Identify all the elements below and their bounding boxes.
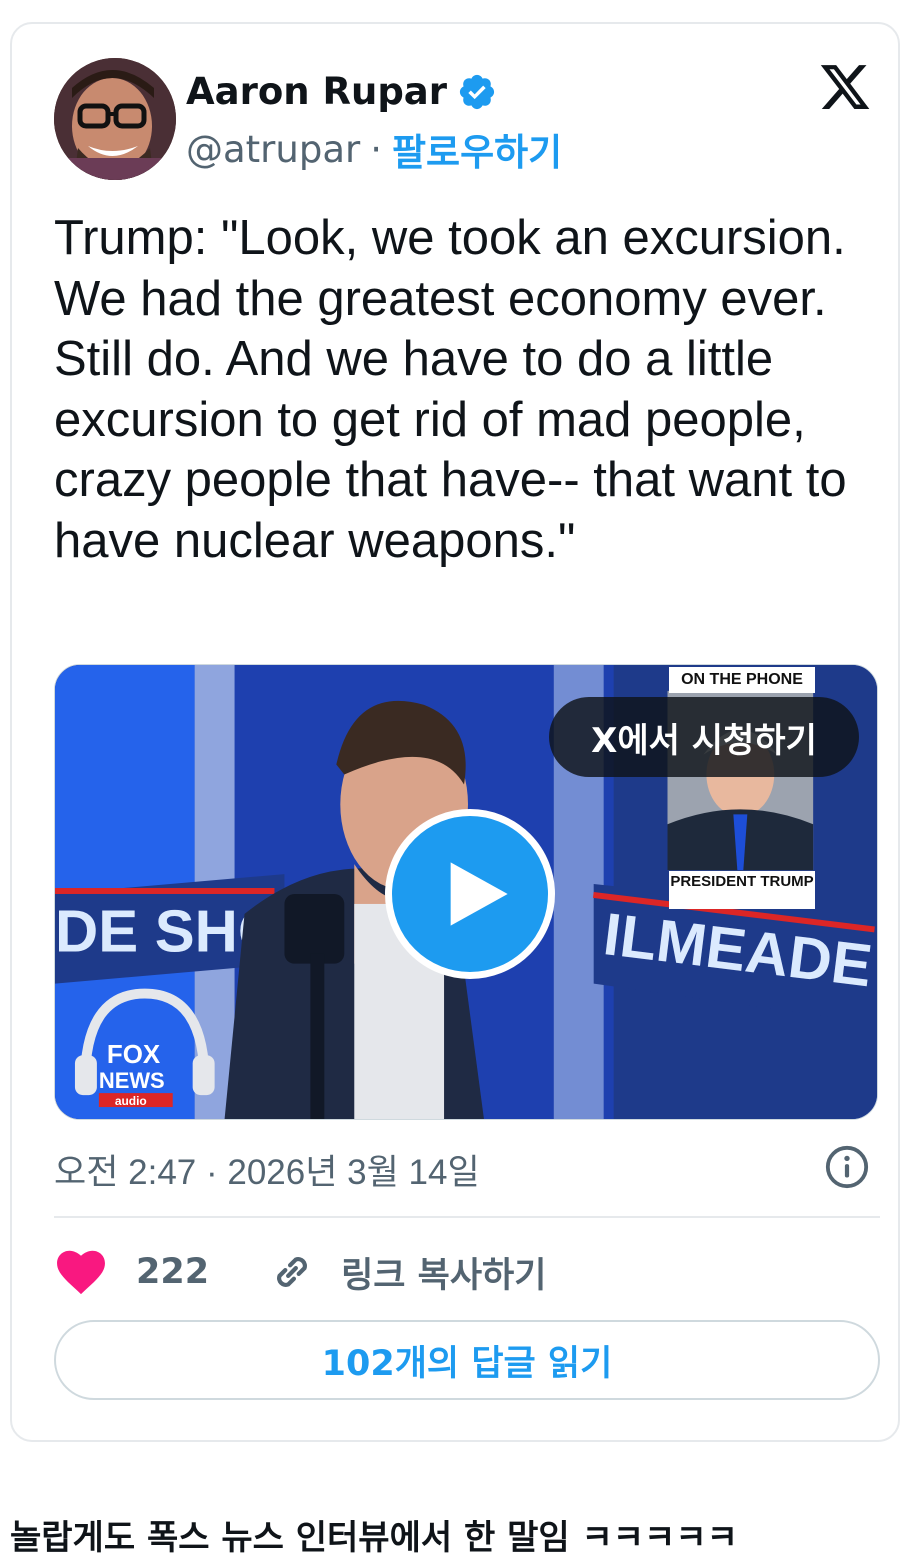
verified-badge-icon: [459, 74, 495, 109]
link-icon[interactable]: [269, 1249, 315, 1295]
author-name-row: Aaron Rupar: [186, 70, 497, 113]
author-name[interactable]: Aaron Rupar: [186, 70, 447, 113]
author-handle-row: @atrupar · 팔로우하기: [186, 122, 562, 176]
author-avatar[interactable]: [54, 58, 176, 180]
svg-text:NEWS: NEWS: [99, 1068, 165, 1093]
tweet-actions: 222 링크 복사하기: [56, 1244, 546, 1300]
copy-link-button[interactable]: 링크 복사하기: [341, 1247, 546, 1298]
post-caption: 놀랍게도 폭스 뉴스 인터뷰에서 한 말임 ㅋㅋㅋㅋㅋ: [10, 1518, 738, 1558]
x-logo-icon[interactable]: [818, 60, 872, 114]
svg-text:audio: audio: [115, 1094, 147, 1108]
author-handle[interactable]: @atrupar: [186, 128, 360, 171]
tweet-embed-card: Aaron Rupar @atrupar · 팔로우하기 Trump: "Loo…: [10, 22, 900, 1442]
on-phone-banner: ON THE PHONE: [669, 667, 815, 693]
watch-on-x-button[interactable]: X에서 시청하기: [549, 697, 859, 777]
avatar-image: [54, 58, 176, 180]
info-icon[interactable]: [824, 1144, 870, 1190]
follow-button[interactable]: 팔로우하기: [392, 122, 562, 176]
tweet-text: Trump: "Look, we took an excursion. We h…: [54, 211, 847, 568]
divider: [54, 1216, 880, 1218]
play-icon: [450, 862, 508, 926]
video-player[interactable]: DE SHOW ILMEADE SHOW FOX NEWS audio: [54, 664, 878, 1120]
heart-icon[interactable]: [56, 1249, 106, 1295]
separator-dot: ·: [370, 127, 382, 171]
tweet-timestamp[interactable]: 오전 2:47 · 2026년 3월 14일: [54, 1144, 480, 1195]
caller-label: PRESIDENT TRUMP: [669, 871, 815, 909]
svg-text:FOX: FOX: [107, 1041, 161, 1069]
read-replies-button[interactable]: 102개의 답글 읽기: [54, 1320, 880, 1400]
like-count: 222: [136, 1252, 210, 1292]
play-button[interactable]: [385, 809, 555, 979]
